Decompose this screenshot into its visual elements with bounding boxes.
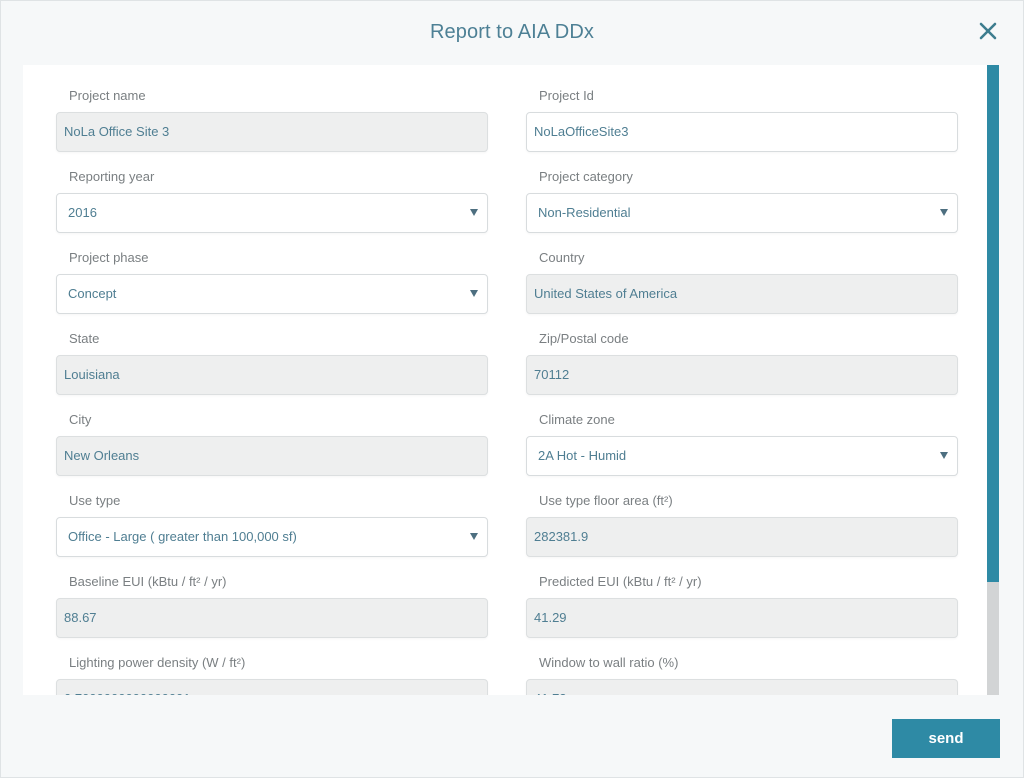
reporting-year-select[interactable]: 2016 [56, 193, 488, 233]
field-lighting-power-density: Lighting power density (W / ft²) 0.70000… [56, 653, 488, 695]
close-icon [979, 22, 997, 40]
city-input[interactable]: New Orleans [56, 436, 488, 476]
caret-down-icon [940, 209, 948, 216]
state-input[interactable]: Louisiana [56, 355, 488, 395]
field-label: Baseline EUI (kBtu / ft² / yr) [69, 574, 227, 589]
field-label: Zip/Postal code [539, 331, 629, 346]
caret-down-icon [470, 290, 478, 297]
field-reporting-year: Reporting year 2016 [56, 167, 488, 233]
field-baseline-eui: Baseline EUI (kBtu / ft² / yr) 88.67 [56, 572, 488, 638]
field-label: Reporting year [69, 169, 155, 184]
country-input[interactable]: United States of America [526, 274, 958, 314]
field-label: Predicted EUI (kBtu / ft² / yr) [539, 574, 702, 589]
scrollbar-thumb[interactable] [987, 65, 999, 582]
close-button[interactable] [975, 18, 1001, 44]
use-type-select[interactable]: Office - Large ( greater than 100,000 sf… [56, 517, 488, 557]
form-scroll-area: Project name NoLa Office Site 3 Project … [23, 65, 987, 695]
project-phase-select[interactable]: Concept [56, 274, 488, 314]
field-predicted-eui: Predicted EUI (kBtu / ft² / yr) 41.29 [526, 572, 958, 638]
field-project-id: Project Id NoLaOfficeSite3 [526, 86, 958, 152]
field-project-phase: Project phase Concept [56, 248, 488, 314]
baseline-eui-input[interactable]: 88.67 [56, 598, 488, 638]
field-label: Window to wall ratio (%) [539, 655, 679, 670]
dialog-title: Report to AIA DDx [430, 21, 594, 43]
send-button[interactable]: send [892, 719, 1000, 758]
field-window-to-wall-ratio: Window to wall ratio (%) 41.72 [526, 653, 958, 695]
zip-input[interactable]: 70112 [526, 355, 958, 395]
field-state: State Louisiana [56, 329, 488, 395]
field-label: Project Id [539, 88, 594, 103]
field-label: Project category [539, 169, 633, 184]
project-id-input[interactable]: NoLaOfficeSite3 [526, 112, 958, 152]
field-label: Use type [69, 493, 121, 508]
field-label: State [69, 331, 100, 346]
field-use-type-floor-area: Use type floor area (ft²) 282381.9 [526, 491, 958, 557]
report-dialog: Report to AIA DDx Project name NoLa Offi… [0, 0, 1024, 778]
scrollbar-track[interactable] [987, 65, 999, 695]
caret-down-icon [470, 533, 478, 540]
field-zip: Zip/Postal code 70112 [526, 329, 958, 395]
field-country: Country United States of America [526, 248, 958, 314]
field-label: Climate zone [539, 412, 615, 427]
select-value: Concept [68, 286, 117, 301]
lighting-power-density-input[interactable]: 0.7000000000000001 [56, 679, 488, 695]
field-label: City [69, 412, 92, 427]
field-use-type: Use type Office - Large ( greater than 1… [56, 491, 488, 557]
predicted-eui-input[interactable]: 41.29 [526, 598, 958, 638]
field-project-category: Project category Non-Residential [526, 167, 958, 233]
select-value: 2A Hot - Humid [538, 448, 627, 463]
select-value: 2016 [68, 205, 97, 220]
project-name-input[interactable]: NoLa Office Site 3 [56, 112, 488, 152]
caret-down-icon [470, 209, 478, 216]
project-category-select[interactable]: Non-Residential [526, 193, 958, 233]
window-to-wall-ratio-input[interactable]: 41.72 [526, 679, 958, 695]
field-project-name: Project name NoLa Office Site 3 [56, 86, 488, 152]
field-label: Country [539, 250, 585, 265]
field-label: Project name [69, 88, 146, 103]
field-city: City New Orleans [56, 410, 488, 476]
field-label: Use type floor area (ft²) [539, 493, 673, 508]
field-climate-zone: Climate zone 2A Hot - Humid [526, 410, 958, 476]
use-type-floor-area-input[interactable]: 282381.9 [526, 517, 958, 557]
field-label: Project phase [69, 250, 149, 265]
caret-down-icon [940, 452, 948, 459]
select-value: Non-Residential [538, 205, 631, 220]
climate-zone-select[interactable]: 2A Hot - Humid [526, 436, 958, 476]
select-value: Office - Large ( greater than 100,000 sf… [68, 529, 297, 544]
field-label: Lighting power density (W / ft²) [69, 655, 246, 670]
